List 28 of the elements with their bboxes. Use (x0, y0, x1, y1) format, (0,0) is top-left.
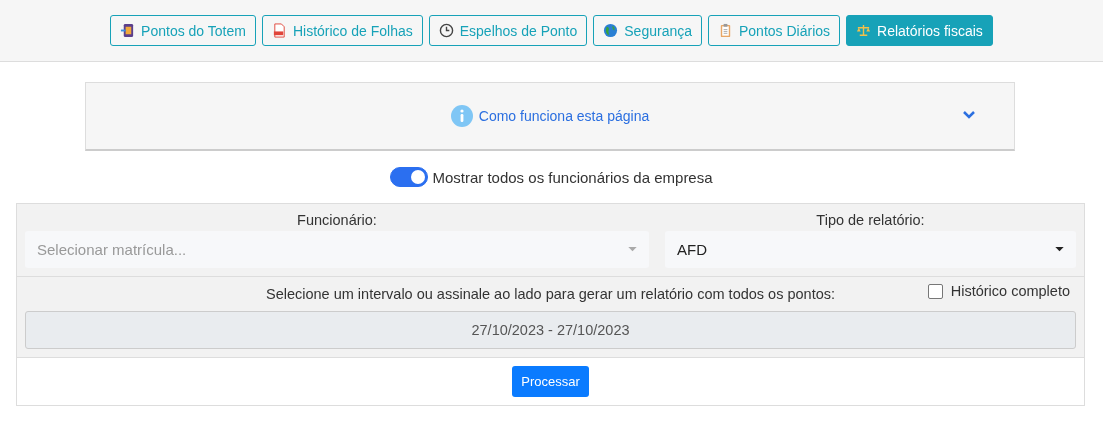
clipboard-icon (718, 23, 733, 38)
field-label: Tipo de relatório: (816, 212, 925, 228)
caret-icon (1055, 247, 1064, 252)
nav-tab[interactable]: Pontos Diários (708, 15, 841, 46)
field-label: Funcionário: (297, 212, 377, 228)
clock-icon (438, 23, 454, 38)
nav-tab[interactable]: Relatórios fiscais (846, 15, 993, 46)
interval-label: Selecione um intervalo ou assinale ao lado para gerar um relatório com todos os pontos: (265, 286, 836, 302)
nav-tab[interactable]: Segurança (593, 15, 702, 46)
toggle-switch[interactable] (390, 167, 429, 187)
report-type-select[interactable]: AFD (665, 231, 1076, 268)
nav-tab[interactable]: Pontos do Totem (110, 15, 256, 46)
caret-icon (628, 247, 637, 252)
toggle-label: Mostrar todos os funcionários da empresa (432, 168, 713, 186)
scales-icon (856, 23, 872, 38)
date-range-field[interactable]: 27/10/2023 - 27/10/2023 (25, 311, 1076, 349)
checkbox-label: Histórico completo (950, 283, 1070, 299)
checkbox[interactable] (927, 283, 943, 299)
employee-select[interactable]: Selecionar matrícula... (25, 231, 649, 268)
nav-tab[interactable]: Espelhos de Ponto (428, 15, 588, 46)
process-button[interactable]: Processar (512, 366, 589, 397)
nav-tab[interactable]: Histórico de Folhas (261, 15, 423, 46)
globe-icon (603, 23, 619, 38)
help-toggle[interactable]: Como funciona esta página (86, 83, 1014, 149)
info-icon (450, 105, 473, 127)
chevron-icon (962, 110, 976, 120)
tablet-icon (120, 23, 136, 38)
pdf-file-icon (271, 23, 287, 38)
